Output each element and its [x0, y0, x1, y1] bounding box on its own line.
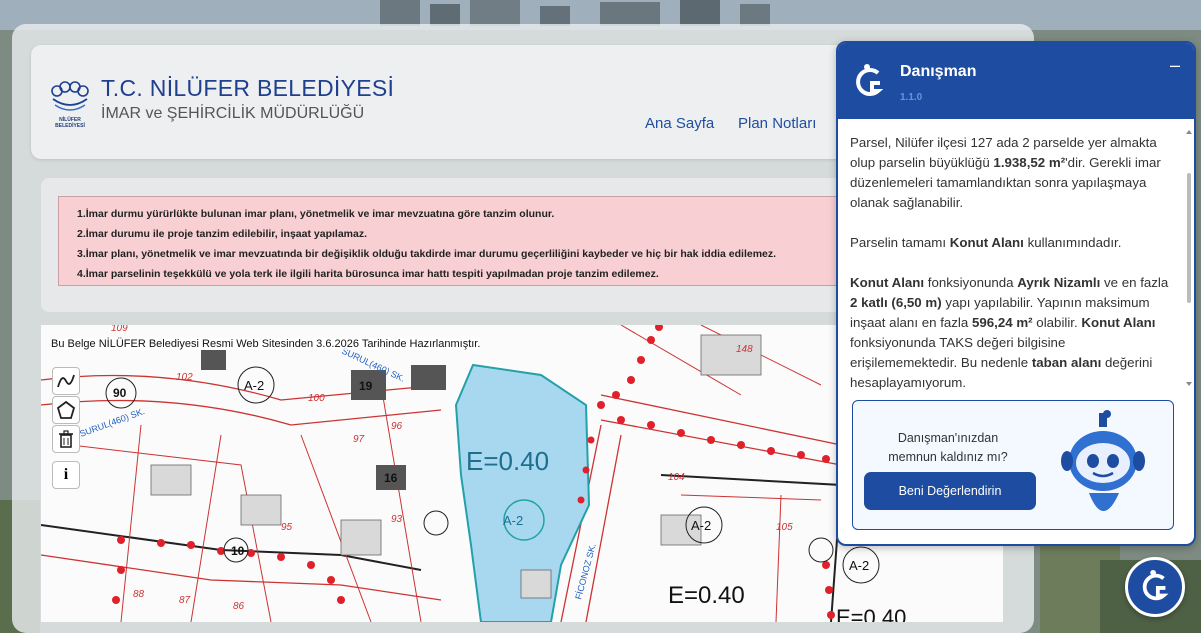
zone-label-e040: E=0.40 — [466, 446, 549, 476]
zone-label-e040-edge: E=0.40 — [836, 605, 906, 622]
draw-line-tool[interactable] — [52, 367, 80, 395]
layout-type: Ayrık Nizamlı — [1017, 275, 1101, 290]
curve-line-icon — [57, 374, 75, 388]
parcel-19: 19 — [359, 379, 373, 393]
rating-card: Danışman'ınızdan memnun kaldınız mı? Ben… — [852, 400, 1174, 530]
parcel-96: 96 — [391, 421, 403, 432]
assistant-logo-icon — [856, 64, 884, 96]
base-area-term: taban alanı — [1031, 355, 1102, 370]
parcel-97: 97 — [353, 434, 365, 445]
parcel-area: 1.938,52 m² — [993, 155, 1066, 170]
rate-button[interactable]: Beni Değerlendirin — [864, 472, 1036, 510]
parcel-148: 148 — [736, 344, 753, 355]
chat-title: Danışman — [900, 63, 977, 80]
chat-version: 1.1.0 — [900, 92, 923, 103]
message-paragraph-3: Konut Alanı fonksiyonunda Ayrık Nizamlı … — [850, 273, 1176, 393]
org-title: T.C. NİLÜFER BELEDİYESİ — [101, 75, 395, 101]
parcel-95: 95 — [281, 522, 293, 533]
parcel-90: 90 — [113, 386, 127, 400]
text: kullanımındadır. — [1023, 235, 1122, 250]
rating-question: Danışman'ınızdan memnun kaldınız mı? — [888, 431, 1008, 464]
floor-count: 2 katlı (6,50 m) — [850, 295, 942, 310]
text: ve en fazla — [1100, 275, 1169, 290]
text: olabilir. — [1032, 315, 1082, 330]
note-3: 3.İmar planı, yönetmelik ve imar mevzuat… — [77, 248, 777, 260]
parcel-100: 100 — [308, 393, 325, 404]
chat-scrollbar[interactable] — [1186, 128, 1192, 388]
zone-label-e040-right: E=0.40 — [668, 582, 745, 609]
department-title: İMAR ve ŞEHİRCİLİK MÜDÜRLÜĞÜ — [101, 105, 365, 122]
parcel-16: 16 — [384, 471, 398, 485]
info-icon: i — [63, 466, 69, 483]
usage-type: Konut Alanı — [850, 275, 925, 290]
note-4: 4.İmar parselinin teşekkülü ve yola terk… — [77, 268, 659, 280]
map-caption: Bu Belge NİLÜFER Belediyesi Resmi Web Si… — [51, 338, 481, 350]
parcel-93: 93 — [391, 514, 403, 525]
text: fonksiyonunda — [924, 275, 1018, 290]
message-paragraph-2: Parselin tamamı Konut Alanı kullanımında… — [850, 233, 1176, 253]
minimize-button[interactable]: – — [1170, 55, 1180, 76]
zone-label-a2-1: A-2 — [244, 378, 264, 393]
assistant-logo-icon — [1142, 569, 1169, 601]
plan-notes-box: 1.İmar durmu yürürlükte bulunan imar pla… — [58, 196, 858, 286]
assistant-chat-panel: Danışman 1.1.0 – Parsel, Nilüfer ilçesi … — [836, 41, 1196, 546]
notes-card: 1.İmar durmu yürürlükte bulunan imar pla… — [41, 178, 858, 312]
chat-header: Danışman 1.1.0 – — [838, 43, 1194, 119]
max-construction-area: 596,24 m² — [971, 315, 1033, 330]
parcel-104: 104 — [668, 472, 685, 483]
zone-label-a2-4: A-2 — [849, 558, 869, 573]
draw-polygon-tool[interactable] — [52, 396, 80, 424]
parcel-105: 105 — [776, 522, 793, 533]
trash-icon — [59, 430, 73, 448]
note-1: 1.İmar durmu yürürlükte bulunan imar pla… — [77, 208, 555, 220]
parcel-88: 88 — [133, 589, 145, 600]
text: Parselin tamamı — [850, 235, 950, 250]
nav-home-link[interactable]: Ana Sayfa — [645, 115, 714, 132]
usage-type: Konut Alanı — [1081, 315, 1156, 330]
assistant-launcher-button[interactable] — [1125, 557, 1185, 617]
logo-text-2: BELEDİYESİ — [55, 123, 85, 129]
polygon-icon — [56, 400, 76, 419]
message-paragraph-1: Parsel, Nilüfer ilçesi 127 ada 2 parseld… — [850, 133, 1176, 213]
zone-label-a2-2: A-2 — [503, 513, 523, 528]
parcel-102: 102 — [176, 372, 193, 383]
robot-mascot-icon — [1061, 410, 1145, 511]
nav-plan-notes-link[interactable]: Plan Notları — [738, 115, 816, 132]
parcel-87: 87 — [179, 595, 191, 606]
note-2: 2.İmar durumu ile proje tanzim edilebili… — [77, 228, 368, 240]
chat-message: Parsel, Nilüfer ilçesi 127 ada 2 parseld… — [850, 133, 1176, 413]
parcel-86: 86 — [233, 601, 245, 612]
zone-label-a2-3: A-2 — [691, 518, 711, 533]
parcel-10: 10 — [231, 544, 245, 558]
usage-type: Konut Alanı — [949, 235, 1024, 250]
parcel-109: 109 — [111, 325, 128, 334]
info-tool[interactable]: i — [52, 461, 80, 489]
delete-tool[interactable] — [52, 425, 80, 453]
header-card: NİLÜFER BELEDİYESİ T.C. NİLÜFER BELEDİYE… — [31, 45, 851, 159]
